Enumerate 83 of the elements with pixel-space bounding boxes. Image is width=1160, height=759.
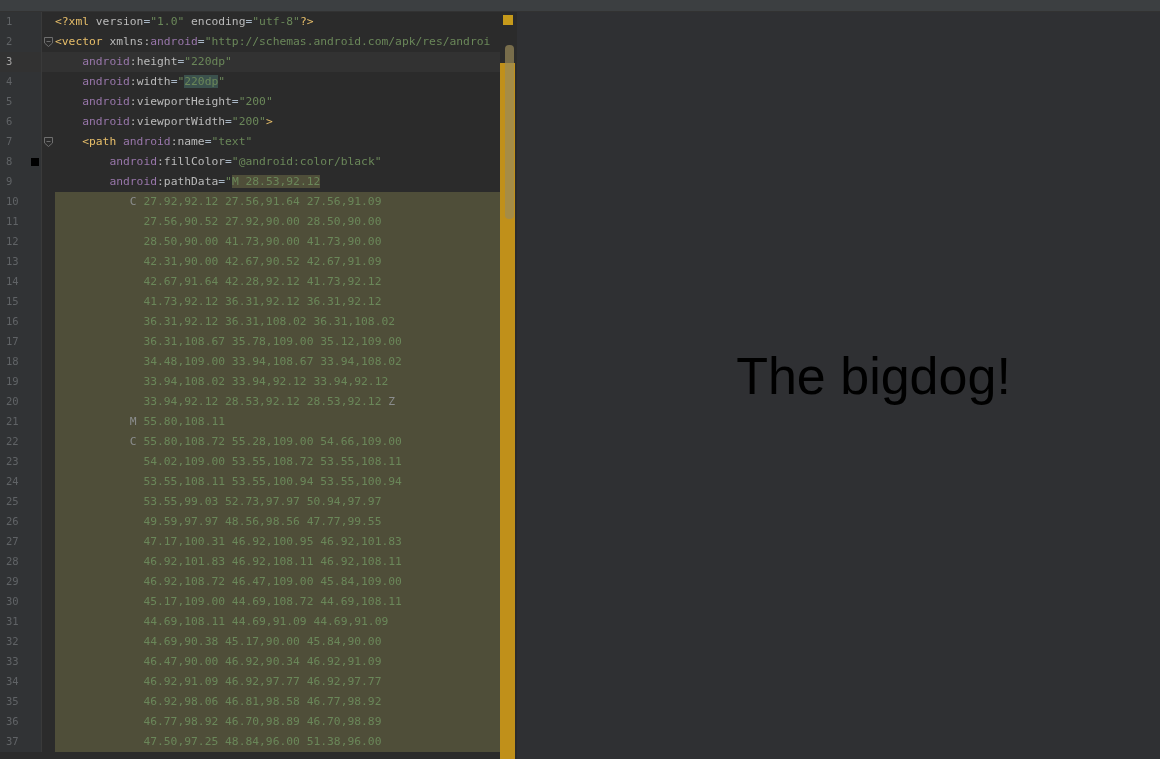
code-text: 53.55,99.03 52.73,97.97 50.94,97.97 [142, 495, 382, 508]
code-text: 46.92,101.83 46.92,108.11 46.92,108.11 [142, 555, 402, 568]
code-text: > [265, 115, 273, 128]
code-text: " [225, 175, 232, 188]
code-text: :viewportWidth [129, 115, 226, 128]
code-text: 41.73,92.12 36.31,92.12 36.31,92.12 [142, 295, 382, 308]
code-text: Z [387, 395, 396, 408]
code-text: ?> [299, 15, 314, 28]
code-text: "text" [211, 135, 253, 148]
code-text: 28.50,90.00 41.73,90.00 41.73,90.00 [142, 235, 382, 248]
code-text: android [108, 175, 158, 188]
code-text: 44.69,108.11 44.69,91.09 44.69,91.09 [142, 615, 389, 628]
code-text: 33.94,92.12 28.53,92.12 28.53,92.12 [142, 395, 382, 408]
code-text: M [128, 415, 137, 428]
code-text: version [94, 15, 144, 28]
code-text: android [81, 75, 130, 88]
code-text: android [81, 115, 130, 128]
code-text: :name [170, 135, 205, 148]
code-text: android [122, 135, 171, 148]
code-text: :fillColor [157, 155, 226, 168]
fold-icon[interactable] [44, 137, 53, 147]
code-text: encoding [190, 15, 246, 28]
code-text: = [170, 75, 178, 88]
code-text: 55.80,108.11 [142, 415, 226, 428]
line-number: 3 [6, 54, 14, 70]
code-text: android [81, 95, 130, 108]
code-text: = [177, 55, 185, 68]
scroll-thumb[interactable] [505, 45, 514, 219]
code-text: C [128, 435, 137, 448]
code-text: :width [129, 75, 171, 88]
code-text: = [218, 175, 226, 188]
code-text: 46.47,90.00 46.92,90.34 46.92,91.09 [142, 655, 382, 668]
code-text: 49.59,97.97 48.56,98.56 47.77,99.55 [142, 515, 382, 528]
code-text: 46.92,108.72 46.47,109.00 45.84,109.00 [142, 575, 402, 588]
code-text: " [177, 75, 185, 88]
code-text: "200" [231, 115, 266, 128]
code-text: 53.55,108.11 53.55,100.94 53.55,100.94 [142, 475, 402, 488]
code-text: <path [81, 135, 117, 148]
code-text: 44.69,90.38 45.17,90.00 45.84,90.00 [142, 635, 382, 648]
code-text: = [204, 135, 212, 148]
code-text: "1.0" [150, 15, 185, 28]
fold-icon[interactable] [44, 37, 53, 47]
code-text: 46.92,91.09 46.92,97.77 46.92,97.77 [142, 675, 382, 688]
code-text: android [150, 35, 198, 48]
code-text: 27.56,90.52 27.92,90.00 28.50,90.00 [142, 215, 382, 228]
code-text: :pathData [157, 175, 219, 188]
code-text: = [225, 115, 232, 128]
code-text: 46.77,98.92 46.70,98.89 46.70,98.89 [142, 715, 382, 728]
warning-marker [503, 15, 513, 25]
code-text: android [108, 155, 158, 168]
code-text: "@android:color/black" [231, 155, 382, 168]
code-text: C [128, 195, 137, 208]
code-text: 42.31,90.00 42.67,90.52 42.67,91.09 [142, 255, 382, 268]
code-text: 46.92,98.06 46.81,98.58 46.77,98.92 [142, 695, 382, 708]
code-text: "http://schemas.android.com/apk/res/androi [204, 35, 491, 48]
code-text: 36.31,108.67 35.78,109.00 35.12,109.00 [142, 335, 402, 348]
code-text: 34.48,109.00 33.94,108.67 33.94,108.02 [142, 355, 402, 368]
code-text: = [245, 15, 253, 28]
code-text: "utf-8" [252, 15, 300, 28]
code-text: 47.17,100.31 46.92,100.95 46.92,101.83 [142, 535, 402, 548]
code-text: <vector [55, 35, 103, 48]
code-text: :height [129, 55, 178, 68]
code-text: 33.94,108.02 33.94,92.12 33.94,92.12 [142, 375, 389, 388]
code-text: = [231, 95, 239, 108]
code-text: "220dp" [184, 55, 232, 68]
code-text: android [81, 55, 130, 68]
code-text: "200" [238, 95, 273, 108]
code-text: 27.92,92.12 27.56,91.64 27.56,91.09 [142, 195, 382, 208]
code-text: = [225, 155, 232, 168]
code-text: = [143, 15, 151, 28]
code-text: 36.31,92.12 36.31,108.02 36.31,108.02 [142, 315, 396, 328]
code-text: <?xml [55, 15, 89, 28]
code-text: :viewportHeight [129, 95, 232, 108]
code-text: M 28.53,92.12 [231, 175, 321, 188]
code-text: 54.02,109.00 53.55,108.72 53.55,108.11 [142, 455, 402, 468]
code-text: = [197, 35, 205, 48]
code-text: 45.17,109.00 44.69,108.72 44.69,108.11 [142, 595, 402, 608]
code-text: xmlns: [108, 35, 151, 48]
code-text: " [218, 75, 226, 88]
code-text: 55.80,108.72 55.28,109.00 54.66,109.00 [142, 435, 402, 448]
color-swatch-icon[interactable] [31, 158, 39, 166]
code-text: 47.50,97.25 48.84,96.00 51.38,96.00 [142, 735, 382, 748]
code-text: 42.67,91.64 42.28,92.12 41.73,92.12 [142, 275, 382, 288]
